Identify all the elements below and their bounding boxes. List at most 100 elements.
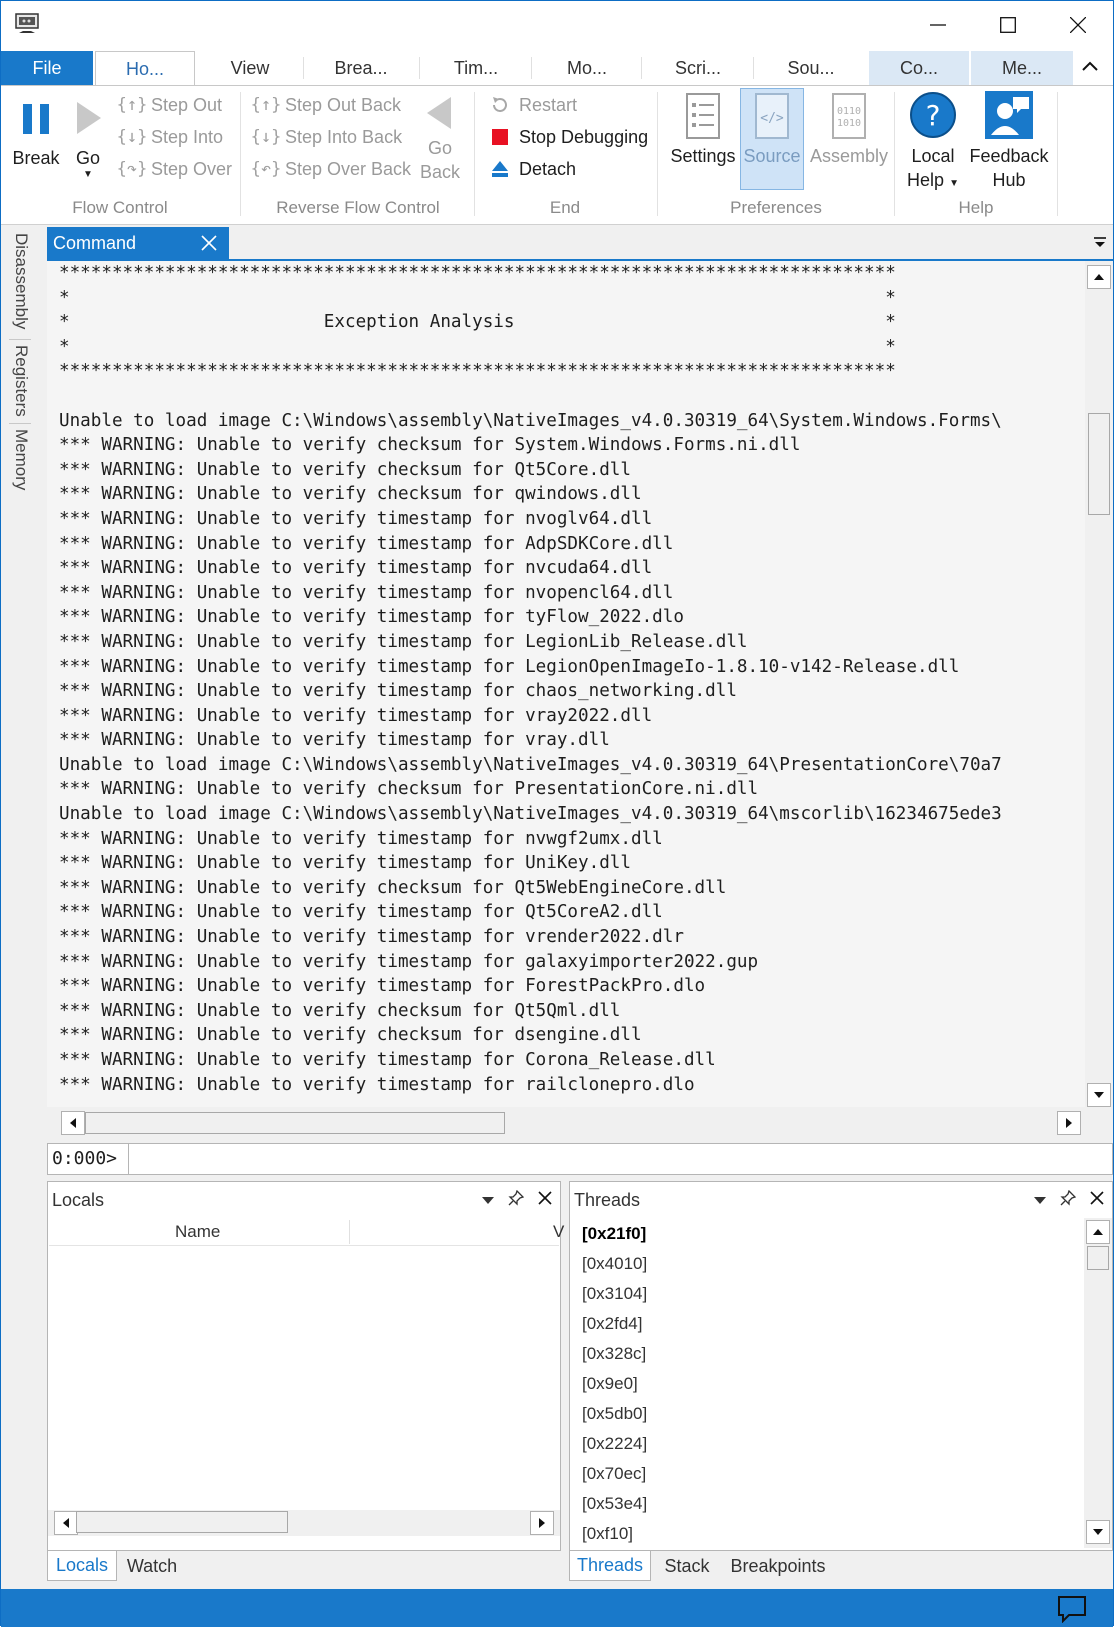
scroll-thumb[interactable] [85,1112,505,1134]
scroll-thumb[interactable] [76,1511,288,1533]
thread-list-item[interactable]: [0x4010] [582,1254,647,1274]
column-name[interactable]: Name [175,1222,220,1242]
thread-list-item[interactable]: [0x2fd4] [582,1314,643,1334]
chevron-down-icon[interactable] [482,1192,494,1210]
close-icon[interactable] [1090,1191,1104,1210]
tab-home[interactable]: Ho... [95,51,195,87]
tab-model[interactable]: Mo... [533,51,641,85]
go-button[interactable]: Go ▼ [65,94,111,180]
scroll-thumb[interactable] [1088,413,1110,515]
close-button[interactable] [1043,1,1113,49]
assembly-icon: 0110 1010 [825,92,873,140]
locals-header-icons [482,1189,552,1211]
command-input[interactable] [132,1146,1102,1172]
column-value[interactable]: V [553,1222,564,1242]
scroll-right-button[interactable] [1057,1111,1081,1135]
output-line: *** WARNING: Unable to verify timestamp … [59,1074,695,1095]
tab-source[interactable]: Sou... [755,51,867,85]
app-icon [15,13,39,33]
thread-list-item[interactable]: [0x2224] [582,1434,647,1454]
output-line: *** WARNING: Unable to verify timestamp … [59,508,653,529]
scroll-up-button[interactable] [1086,1220,1110,1244]
output-line: *** WARNING: Unable to verify timestamp … [59,1050,716,1070]
scroll-thumb[interactable] [1087,1246,1109,1270]
tab-stack[interactable]: Stack [651,1551,723,1581]
command-output[interactable]: ****************************************… [47,261,1085,1107]
scroll-down-button[interactable] [1087,1083,1111,1107]
step-over-button[interactable]: {↷} Step Over [117,154,232,184]
threads-vertical-scrollbar[interactable] [1084,1218,1112,1548]
tab-view[interactable]: View [197,51,303,85]
tab-threads[interactable]: Threads [569,1551,651,1581]
pin-icon[interactable] [508,1189,525,1211]
thread-list-item[interactable]: [0x21f0] [582,1224,646,1244]
locals-horizontal-scrollbar[interactable] [48,1510,560,1536]
command-vertical-scrollbar[interactable] [1085,263,1113,1109]
chevron-down-icon: ▼ [83,169,93,180]
thread-list-item[interactable]: [0x9e0] [582,1374,638,1394]
go-back-button[interactable]: Go Back [415,94,465,184]
scroll-right-button[interactable] [530,1511,554,1535]
close-icon [1070,17,1086,33]
tab-memory[interactable]: Me... [971,51,1073,85]
tab-locals[interactable]: Locals [47,1551,117,1581]
tab-time-travel[interactable]: Tim... [421,51,531,85]
panel-menu-icon[interactable] [1093,235,1107,254]
tab-command[interactable]: Co... [869,51,969,85]
tab-breakpoints[interactable]: Brea... [305,51,417,85]
thread-list-item[interactable]: [0x3104] [582,1284,647,1304]
thread-list-item[interactable]: [0xf10] [582,1524,633,1544]
side-tab-separator [9,423,31,424]
settings-button[interactable]: Settings [667,92,739,168]
chevron-down-icon[interactable] [1034,1192,1046,1210]
tab-separator [531,57,532,79]
local-help-button[interactable]: ? Local Help ▼ [901,90,965,196]
step-into-back-button[interactable]: {↓} Step Into Back [251,122,402,152]
scroll-down-button[interactable] [1086,1520,1110,1544]
chat-icon[interactable] [1057,1595,1087,1628]
tab-scripting[interactable]: Scri... [643,51,753,85]
source-button[interactable]: </> Source [740,92,804,168]
step-out-icon: {↑} [116,95,148,115]
minimize-button[interactable] [903,1,973,49]
column-divider[interactable] [349,1220,350,1244]
collapse-ribbon-icon[interactable] [1081,59,1099,77]
scroll-left-button[interactable] [54,1511,78,1535]
command-horizontal-scrollbar[interactable] [59,1109,1085,1137]
side-tab-registers[interactable]: Registers [11,345,31,417]
tab-watch[interactable]: Watch [117,1551,187,1581]
thread-list-item[interactable]: [0x5db0] [582,1404,647,1424]
tab-breakpoints-panel[interactable]: Breakpoints [723,1551,833,1581]
side-tab-memory[interactable]: Memory [11,429,31,490]
go-label: Go [75,148,100,168]
assembly-button[interactable]: 0110 1010 Assembly [807,92,891,168]
side-tab-strip: Disassembly Registers Memory [1,227,45,1585]
scroll-up-button[interactable] [1087,265,1111,289]
side-tab-disassembly[interactable]: Disassembly [11,233,31,329]
thread-list: [0x21f0] [0x4010] [0x3104] [0x2fd4] [0x328c]… [570,1218,1084,1548]
output-line: *** WARNING: Unable to verify checksum f… [59,484,642,505]
threads-header-icons [1034,1189,1104,1211]
locals-column-header: Name V [49,1218,564,1246]
detach-button[interactable]: Detach [487,154,576,184]
close-icon[interactable] [538,1191,552,1210]
output-line: ****************************************… [59,263,896,283]
pin-icon[interactable] [1060,1189,1077,1211]
restart-button[interactable]: Restart [487,90,577,120]
step-out-button[interactable]: {↑} Step Out [116,90,222,120]
close-icon[interactable] [201,235,217,256]
maximize-button[interactable] [973,1,1043,49]
feedback-hub-button[interactable]: Feedback Hub [967,90,1051,192]
step-over-back-button[interactable]: {↶} Step Over Back [251,154,411,184]
thread-list-item[interactable]: [0x53e4] [582,1494,647,1514]
group-label-reverse-flow: Reverse Flow Control [276,198,440,217]
break-button[interactable]: Break [11,94,61,170]
stop-debugging-button[interactable]: Stop Debugging [487,122,648,152]
tab-file[interactable]: File [1,51,93,85]
thread-list-item[interactable]: [0x70ec] [582,1464,646,1484]
step-out-back-button[interactable]: {↑} Step Out Back [251,90,401,120]
thread-list-item[interactable]: [0x328c] [582,1344,646,1364]
step-into-button[interactable]: {↓} Step Into [117,122,223,152]
tab-command-window[interactable]: Command [47,227,229,259]
scroll-left-button[interactable] [61,1111,85,1135]
